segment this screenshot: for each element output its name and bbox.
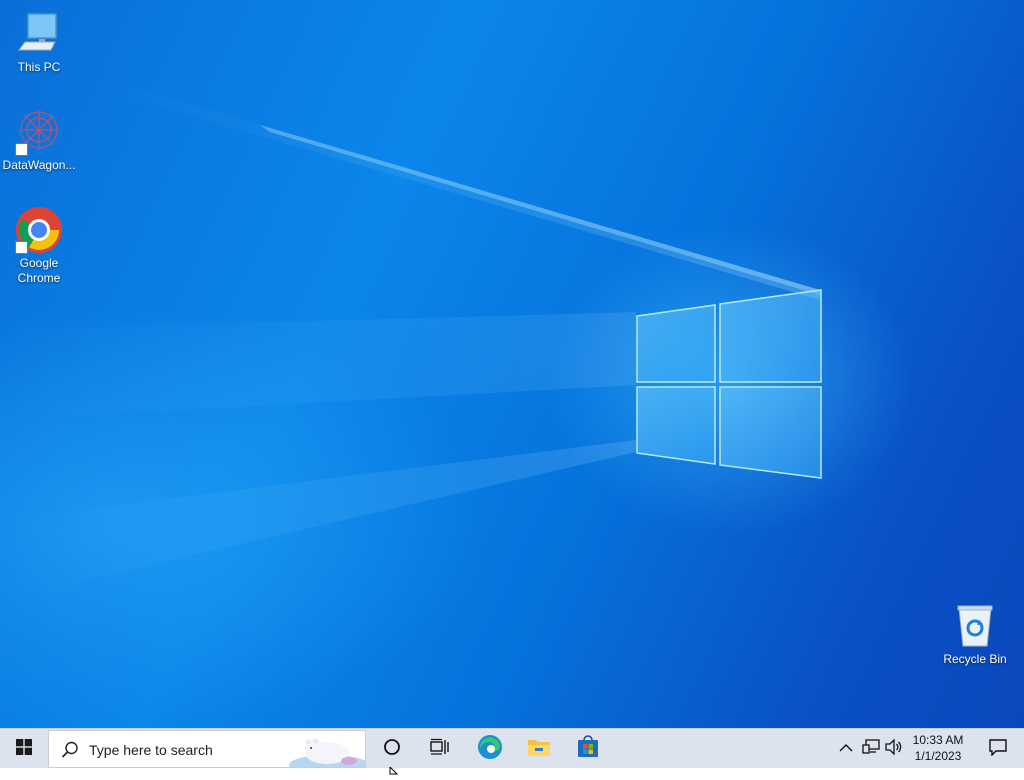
- datawagon-icon: [15, 108, 63, 156]
- taskbar: Type here to search 10:33 AM 1/1/2023: [0, 728, 1024, 775]
- edge-button[interactable]: [466, 729, 514, 769]
- network-button[interactable]: [858, 729, 884, 769]
- mouse-cursor: [389, 762, 399, 780]
- shortcut-arrow-icon: [15, 241, 28, 254]
- show-hidden-icons-button[interactable]: [834, 729, 858, 769]
- monitor-icon: [15, 10, 63, 58]
- search-icon: [61, 741, 79, 764]
- desktop-icon-label: Recycle Bin: [943, 652, 1007, 666]
- clock-date: 1/1/2023: [914, 749, 962, 763]
- clock[interactable]: 10:33 AM 1/1/2023: [904, 732, 972, 764]
- search-highlight-illustration: [287, 731, 365, 767]
- edge-icon: [477, 734, 503, 765]
- chrome-icon: [15, 206, 63, 254]
- windows-wallpaper-logo: [636, 289, 822, 479]
- store-icon: [576, 734, 600, 764]
- start-button[interactable]: [0, 729, 48, 769]
- file-explorer-icon: [527, 736, 551, 763]
- wallpaper: [0, 80, 822, 600]
- file-explorer-button[interactable]: [515, 729, 563, 769]
- action-center-button[interactable]: [978, 729, 1018, 769]
- volume-button[interactable]: [882, 729, 906, 769]
- desktop-icon-label: This PC: [17, 60, 61, 74]
- chevron-up-icon: [839, 740, 853, 758]
- desktop-icon-label: Google Chrome: [17, 256, 61, 285]
- task-view-button[interactable]: [416, 729, 464, 769]
- desktop-icon-recycle-bin[interactable]: Recycle Bin: [937, 602, 1013, 667]
- desktop-icon-this-pc[interactable]: This PC: [1, 10, 77, 75]
- volume-icon: [885, 737, 903, 760]
- task-view-icon: [430, 738, 450, 761]
- store-button[interactable]: [564, 729, 612, 769]
- search-box[interactable]: Type here to search: [48, 730, 366, 768]
- recycle-bin-icon: [951, 602, 999, 650]
- shortcut-arrow-icon: [15, 143, 28, 156]
- search-placeholder: Type here to search: [89, 742, 213, 758]
- network-icon: [862, 738, 880, 760]
- clock-time: 10:33 AM: [912, 733, 964, 747]
- notification-icon: [988, 738, 1008, 761]
- desktop[interactable]: This PC DataWagon... Google Chrome Recyc…: [0, 0, 1024, 728]
- windows-logo-icon: [16, 738, 32, 760]
- cortana-icon: [383, 738, 401, 761]
- desktop-icon-datawagon[interactable]: DataWagon...: [1, 108, 77, 173]
- desktop-icon-google-chrome[interactable]: Google Chrome: [1, 206, 77, 286]
- desktop-icon-label: DataWagon...: [2, 158, 76, 172]
